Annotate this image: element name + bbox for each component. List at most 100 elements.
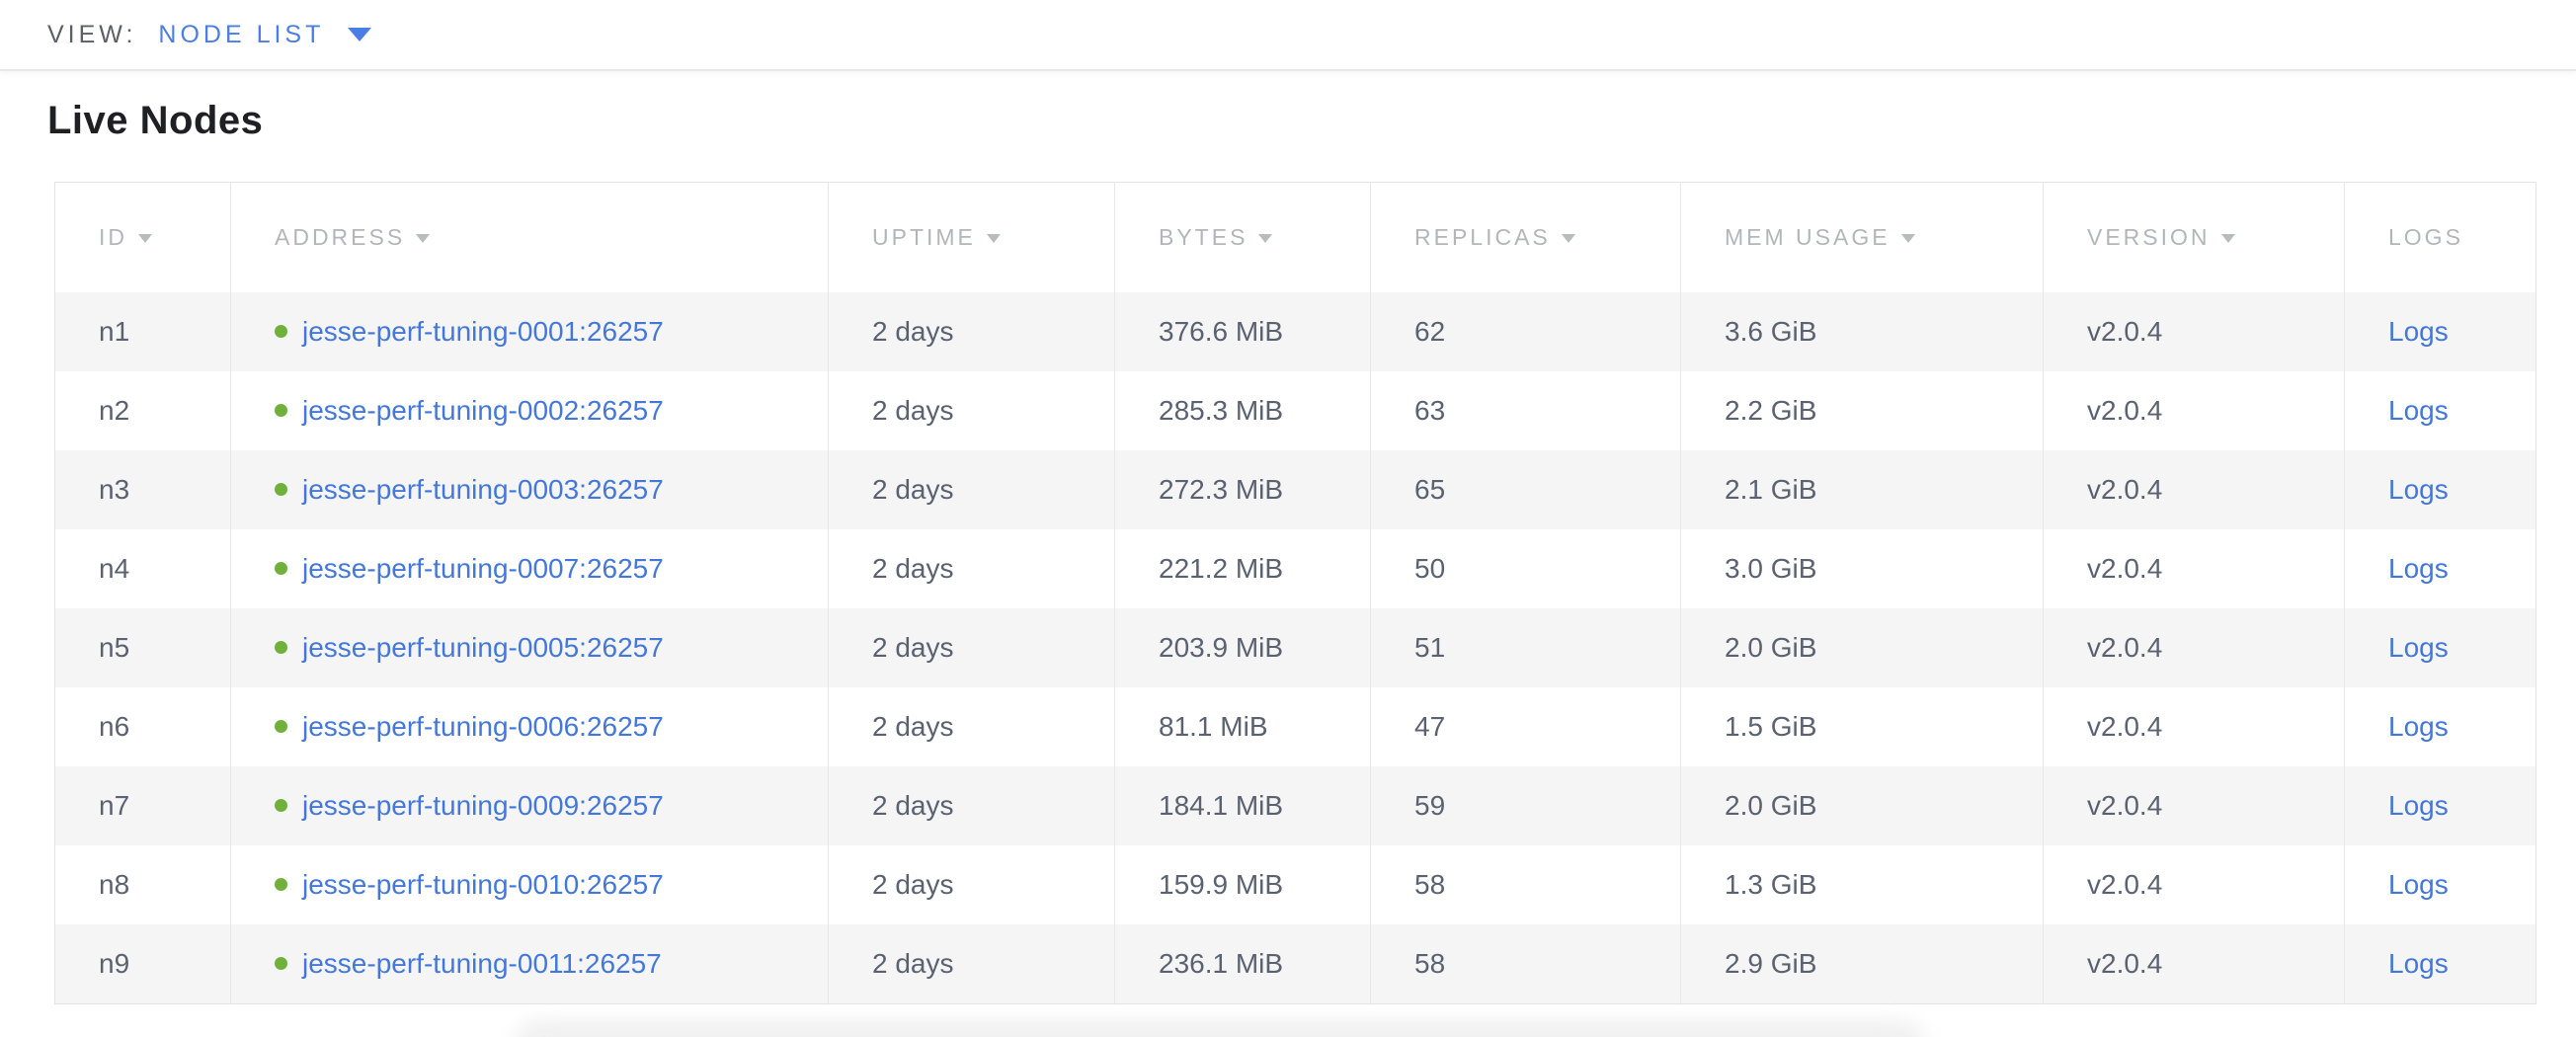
live-status-dot-icon xyxy=(275,562,287,575)
node-version-cell: v2.0.4 xyxy=(2044,529,2345,608)
column-header-label: ID xyxy=(99,224,127,250)
logs-link[interactable]: Logs xyxy=(2388,632,2449,663)
live-status-dot-icon xyxy=(275,720,287,733)
node-address-link[interactable]: jesse-perf-tuning-0010:26257 xyxy=(302,869,664,901)
view-selected-value: NODE LIST xyxy=(158,21,324,49)
column-header-label: VERSION xyxy=(2087,224,2211,250)
column-header-uptime[interactable]: UPTIME xyxy=(829,183,1115,292)
node-bytes-cell: 272.3 MiB xyxy=(1115,450,1371,529)
column-header-label: REPLICAS xyxy=(1414,224,1551,250)
node-uptime-cell: 2 days xyxy=(829,292,1115,371)
node-uptime-cell: 2 days xyxy=(829,371,1115,450)
node-address-link[interactable]: jesse-perf-tuning-0007:26257 xyxy=(302,553,664,585)
sort-caret-icon xyxy=(2221,234,2235,243)
node-address-link[interactable]: jesse-perf-tuning-0002:26257 xyxy=(302,395,664,427)
column-header-label: MEM USAGE xyxy=(1725,224,1891,250)
node-row-n4: n4jesse-perf-tuning-0007:262572 days221.… xyxy=(55,529,2536,608)
node-mem-usage-cell: 3.0 GiB xyxy=(1681,529,2044,608)
node-mem-usage-cell: 3.6 GiB xyxy=(1681,292,2044,371)
live-status-dot-icon xyxy=(275,483,287,496)
header-row: ID ADDRESS UPTIME BYTES REPLICAS MEM USAGE VER… xyxy=(55,183,2536,292)
node-address-link[interactable]: jesse-perf-tuning-0011:26257 xyxy=(302,948,662,980)
node-id-cell: n3 xyxy=(55,450,231,529)
column-header-version[interactable]: VERSION xyxy=(2044,183,2345,292)
node-row-n3: n3 jesse-perf-tuning-0003:26257 2 days272.… xyxy=(55,450,2536,529)
node-logs-cell: Logs xyxy=(2345,450,2536,529)
node-version-cell: v2.0.4 xyxy=(2044,845,2345,924)
node-address-link[interactable]: jesse-perf-tuning-0001:26257 xyxy=(302,316,664,348)
logs-link[interactable]: Logs xyxy=(2388,395,2449,426)
node-row-n2: n2 jesse-perf-tuning-0002:26257 2 days285.… xyxy=(55,371,2536,450)
logs-link[interactable]: Logs xyxy=(2388,474,2449,505)
node-bytes-cell: 221.2 MiB xyxy=(1115,529,1371,608)
view-label: VIEW: xyxy=(47,21,136,49)
node-id-cell: n1 xyxy=(55,292,231,371)
column-header-label: BYTES xyxy=(1159,224,1248,250)
node-mem-usage-cell: 1.3 GiB xyxy=(1681,845,2044,924)
node-replicas-cell: 51 xyxy=(1371,608,1681,687)
node-row-n9: n9jesse-perf-tuning-0011:262572 days236.… xyxy=(55,924,2536,1004)
column-header-address[interactable]: ADDRESS xyxy=(231,183,829,292)
table-body: n1jesse-perf-tuning-0001:262572 days376.… xyxy=(55,292,2536,1004)
node-mem-usage-cell: 2.0 GiB xyxy=(1681,608,2044,687)
node-version-cell: v2.0.4 xyxy=(2044,687,2345,766)
node-address-link[interactable]: jesse-perf-tuning-0003:26257 xyxy=(302,474,664,506)
node-uptime-cell: 2 days xyxy=(829,450,1115,529)
node-row-n5: n5jesse-perf-tuning-0005:262572 days203.… xyxy=(55,608,2536,687)
node-row-n1: n1 jesse-perf-tuning-0001:26257 2 days376.… xyxy=(55,292,2536,371)
node-logs-cell: Logs xyxy=(2345,529,2536,608)
node-id-cell: n6 xyxy=(55,687,231,766)
node-mem-usage-cell: 1.5 GiB xyxy=(1681,687,2044,766)
node-bytes-cell: 81.1 MiB xyxy=(1115,687,1371,766)
node-mem-usage-cell: 2.0 GiB xyxy=(1681,766,2044,845)
node-replicas-cell: 47 xyxy=(1371,687,1681,766)
logs-link[interactable]: Logs xyxy=(2388,553,2449,584)
node-address-cell: jesse-perf-tuning-0009:26257 xyxy=(231,766,829,845)
column-header-bytes[interactable]: BYTES xyxy=(1115,183,1371,292)
node-version-cell: v2.0.4 xyxy=(2044,450,2345,529)
logs-link[interactable]: Logs xyxy=(2388,316,2449,347)
view-selector-dropdown[interactable]: NODE LIST xyxy=(158,21,371,49)
node-logs-cell: Logs xyxy=(2345,292,2536,371)
next-section-shadow xyxy=(514,1019,1926,1037)
node-bytes-cell: 376.6 MiB xyxy=(1115,292,1371,371)
node-row-n8: n8jesse-perf-tuning-0010:262572 days159.… xyxy=(55,845,2536,924)
node-uptime-cell: 2 days xyxy=(829,924,1115,1004)
node-bytes-cell: 203.9 MiB xyxy=(1115,608,1371,687)
column-header-mem[interactable]: MEM USAGE xyxy=(1681,183,2044,292)
column-header-label: UPTIME xyxy=(872,224,976,250)
node-version-cell: v2.0.4 xyxy=(2044,924,2345,1004)
node-address-link[interactable]: jesse-perf-tuning-0005:26257 xyxy=(302,632,664,664)
node-uptime-cell: 2 days xyxy=(829,529,1115,608)
node-uptime-cell: 2 days xyxy=(829,608,1115,687)
node-uptime-cell: 2 days xyxy=(829,845,1115,924)
logs-link[interactable]: Logs xyxy=(2388,711,2449,742)
logs-link[interactable]: Logs xyxy=(2388,869,2449,900)
node-address-cell: jesse-perf-tuning-0007:26257 xyxy=(231,529,829,608)
column-header-label: ADDRESS xyxy=(275,224,405,250)
node-bytes-cell: 184.1 MiB xyxy=(1115,766,1371,845)
column-header-id[interactable]: ID xyxy=(55,183,231,292)
sort-caret-icon xyxy=(1562,234,1575,243)
node-bytes-cell: 236.1 MiB xyxy=(1115,924,1371,1004)
node-version-cell: v2.0.4 xyxy=(2044,371,2345,450)
node-address-link[interactable]: jesse-perf-tuning-0009:26257 xyxy=(302,790,664,822)
node-mem-usage-cell: 2.2 GiB xyxy=(1681,371,2044,450)
node-replicas-cell: 65 xyxy=(1371,450,1681,529)
node-replicas-cell: 62 xyxy=(1371,292,1681,371)
node-bytes-cell: 285.3 MiB xyxy=(1115,371,1371,450)
sort-caret-icon xyxy=(138,234,152,243)
node-address-cell: jesse-perf-tuning-0010:26257 xyxy=(231,845,829,924)
logs-link[interactable]: Logs xyxy=(2388,948,2449,979)
node-row-n7: n7jesse-perf-tuning-0009:262572 days184.… xyxy=(55,766,2536,845)
node-mem-usage-cell: 2.9 GiB xyxy=(1681,924,2044,1004)
node-address-link[interactable]: jesse-perf-tuning-0006:26257 xyxy=(302,711,664,743)
node-logs-cell: Logs xyxy=(2345,371,2536,450)
node-logs-cell: Logs xyxy=(2345,608,2536,687)
logs-link[interactable]: Logs xyxy=(2388,790,2449,821)
node-id-cell: n2 xyxy=(55,371,231,450)
node-address-cell: jesse-perf-tuning-0011:26257 xyxy=(231,924,829,1004)
node-logs-cell: Logs xyxy=(2345,687,2536,766)
node-version-cell: v2.0.4 xyxy=(2044,292,2345,371)
column-header-replicas[interactable]: REPLICAS xyxy=(1371,183,1681,292)
